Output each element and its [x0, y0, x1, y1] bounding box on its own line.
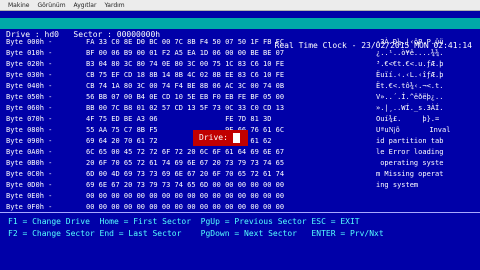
- hex-row: Byte 040h - CB 74 1A 80 3C 00 74 F4 BE 8B…: [0, 81, 480, 92]
- drive-label: Drive:: [199, 133, 228, 142]
- byte-offset: Byte 030h -: [6, 71, 53, 79]
- help-line-2: F2 = Change Sector End = Last Sector PgD…: [8, 229, 384, 238]
- byte-offset: Byte 0A0h -: [6, 148, 53, 156]
- ascii-text: ·3À.Ð¼.|‹ôP.P.ûü: [376, 38, 444, 46]
- hex-dump: Byte 000h - FA 33 C0 8E D0 BC 00 7C 8B F4…: [0, 37, 480, 213]
- ascii-text: Ëuïí.‹.‹L.‹îƒÆ.þ: [376, 71, 444, 79]
- hex-bytes: 6C 65 00 45 72 72 6F 72 20 6C 6F 61 64 6…: [86, 148, 285, 156]
- byte-offset: Byte 050h -: [6, 93, 53, 101]
- hex-row: Byte 0D0h - 69 6E 67 20 73 79 73 74 65 6D…: [0, 180, 480, 191]
- hex-row: Byte 050h - 56 BB 07 00 B4 0E CD 10 5E EB…: [0, 92, 480, 103]
- ascii-text: ¿..¹..ò¥ê....¾¾.: [376, 49, 444, 57]
- ascii-text: le Error loading: [376, 148, 444, 156]
- menu-bar: Makine Görünüm Aygıtlar Yardım: [0, 0, 480, 11]
- hex-row: Byte 000h - FA 33 C0 8E D0 BC 00 7C 8B F4…: [0, 37, 480, 48]
- hex-bytes: FA 33 C0 8E D0 BC 00 7C 8B F4 50 07 50 1…: [86, 38, 285, 46]
- status-header: Drive : hd0 Sector : 00000000h Real Time…: [0, 18, 480, 50]
- byte-offset: Byte 070h -: [6, 115, 53, 123]
- hex-row: Byte 0A0h - 6C 65 00 45 72 72 6F 72 20 6C…: [0, 147, 480, 158]
- ascii-text: V»..´.Í.^ëðëþ¿..: [376, 93, 444, 101]
- help-bar: F1 = Change Drive Home = First Sector Pg…: [0, 215, 480, 267]
- byte-offset: Byte 020h -: [6, 60, 53, 68]
- hex-bytes: BB 00 7C B8 01 02 57 CD 13 5F 73 0C 33 C…: [86, 104, 285, 112]
- hex-bytes: 56 BB 07 00 B4 0E CD 10 5E EB F0 EB FE B…: [86, 93, 285, 101]
- ascii-text: id partition tab: [376, 137, 444, 145]
- hex-bytes: CB 75 EF CD 18 8B 14 8B 4C 02 8B EE 83 C…: [86, 71, 285, 79]
- drive-dialog[interactable]: Drive:: [193, 130, 248, 146]
- divider: [0, 212, 480, 213]
- menu-view[interactable]: Görünüm: [38, 2, 66, 9]
- hex-bytes: 4F 75 ED BE A3 06 FE 7D 81 3D: [86, 115, 272, 123]
- ascii-text: ing system: [376, 181, 419, 189]
- hex-row: Byte 0C0h - 6D 00 4D 69 73 73 69 6E 67 20…: [0, 169, 480, 180]
- ascii-text: operating syste: [376, 159, 444, 167]
- byte-offset: Byte 0E0h -: [6, 192, 53, 200]
- byte-offset: Byte 060h -: [6, 104, 53, 112]
- byte-offset: Byte 0D0h -: [6, 181, 53, 189]
- hex-bytes: 20 6F 70 65 72 61 74 69 6E 67 20 73 79 7…: [86, 159, 285, 167]
- byte-offset: Byte 040h -: [6, 82, 53, 90]
- hex-bytes: B3 04 80 3C 80 74 0E 80 3C 00 75 1C 83 C…: [86, 60, 285, 68]
- hex-row: Byte 060h - BB 00 7C B8 01 02 57 CD 13 5F…: [0, 103, 480, 114]
- ascii-text: Uªuǋõ Inval: [376, 126, 451, 134]
- byte-offset: Byte 010h -: [6, 49, 53, 57]
- ascii-text: ».|¸..WÍ._s.3ÀÍ.: [376, 104, 444, 112]
- ascii-text: Ët.€<.tô¾‹.¬<.t.: [376, 82, 444, 90]
- ascii-text: ³.€<€t.€<.u.ƒÆ.þ: [376, 60, 444, 68]
- console-screen: Drive : hd0 Sector : 00000000h Real Time…: [0, 11, 480, 270]
- text-cursor[interactable]: [233, 133, 240, 143]
- byte-offset: Byte 080h -: [6, 126, 53, 134]
- hex-bytes: 69 6E 67 20 73 79 73 74 65 6D 00 00 00 0…: [86, 181, 285, 189]
- hex-row: Byte 070h - 4F 75 ED BE A3 06 FE 7D 81 3D…: [0, 114, 480, 125]
- byte-offset: Byte 0C0h -: [6, 170, 53, 178]
- help-line-1: F1 = Change Drive Home = First Sector Pg…: [8, 217, 360, 226]
- hex-row: Byte 0E0h - 00 00 00 00 00 00 00 00 00 00…: [0, 191, 480, 202]
- menu-help[interactable]: Yardım: [104, 2, 124, 9]
- hex-bytes: 6D 00 4D 69 73 73 69 6E 67 20 6F 70 65 7…: [86, 170, 285, 178]
- ascii-text: m Missing operat: [376, 170, 444, 178]
- hex-row: Byte 030h - CB 75 EF CD 18 8B 14 8B 4C 02…: [0, 70, 480, 81]
- byte-offset: Byte 000h -: [6, 38, 53, 46]
- hex-row: Byte 010h - BF 00 06 B9 00 01 F2 A5 EA 1D…: [0, 48, 480, 59]
- menu-machine[interactable]: Makine: [8, 2, 30, 9]
- hex-bytes: CB 74 1A 80 3C 00 74 F4 BE 8B 06 AC 3C 0…: [86, 82, 285, 90]
- hex-row: Byte 0B0h - 20 6F 70 65 72 61 74 69 6E 67…: [0, 158, 480, 169]
- hex-row: Byte 020h - B3 04 80 3C 80 74 0E 80 3C 00…: [0, 59, 480, 70]
- byte-offset: Byte 090h -: [6, 137, 53, 145]
- menu-devices[interactable]: Aygıtlar: [74, 2, 97, 9]
- hex-bytes: 55 AA 75 C7 8B F5 9E 66 76 61 6C: [86, 126, 285, 134]
- hex-bytes: BF 00 06 B9 00 01 F2 A5 EA 1D 06 00 00 B…: [86, 49, 285, 57]
- hex-bytes: 00 00 00 00 00 00 00 00 00 00 00 00 00 0…: [86, 192, 285, 200]
- byte-offset: Byte 0B0h -: [6, 159, 53, 167]
- ascii-text: Ouí¾£. þ}.=: [376, 115, 440, 123]
